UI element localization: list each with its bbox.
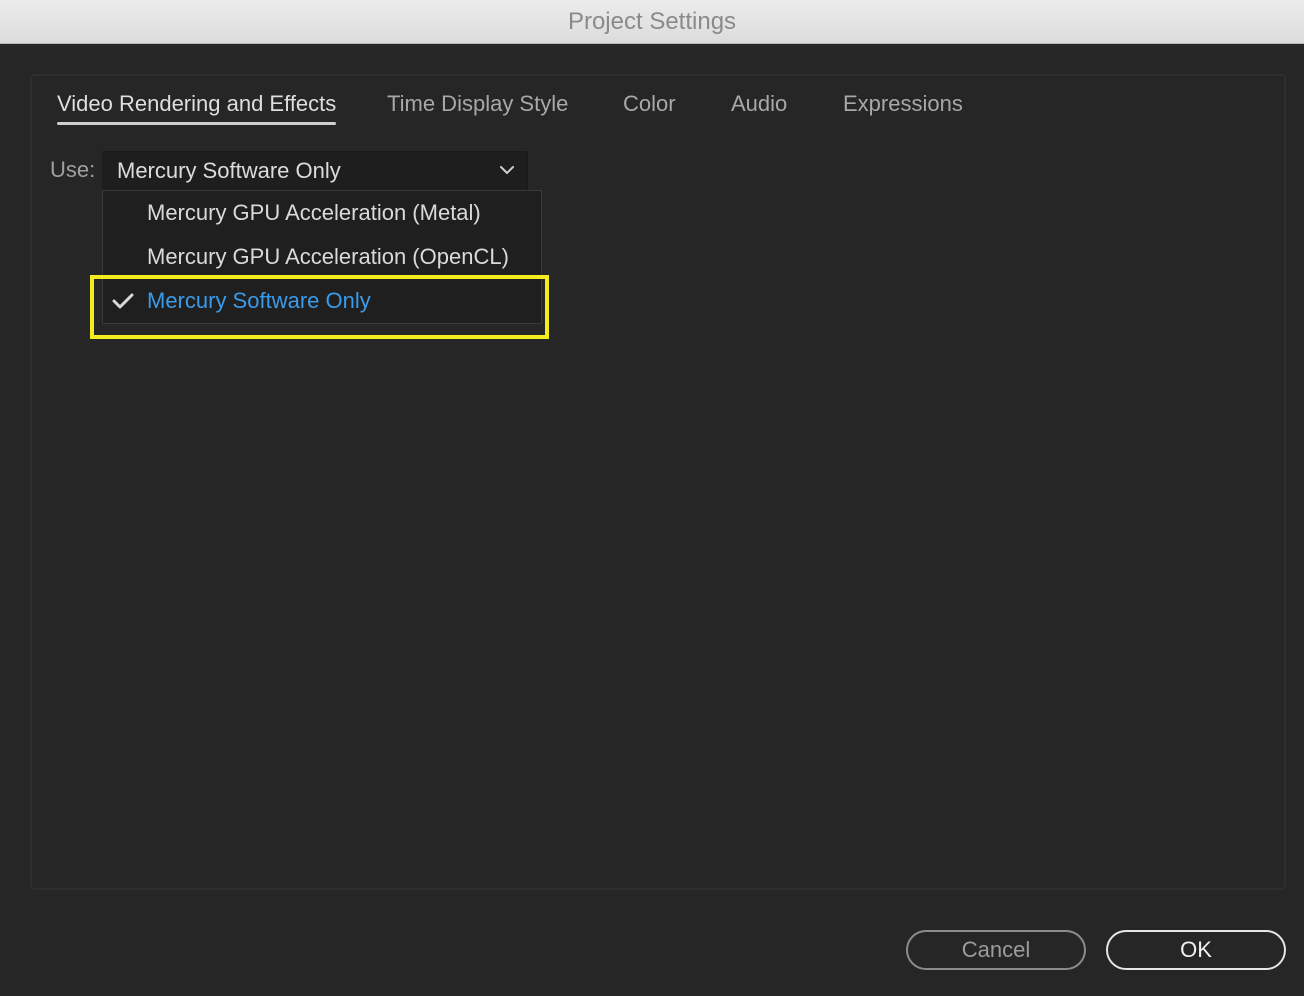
cancel-button[interactable]: Cancel xyxy=(906,930,1086,970)
renderer-dropdown-menu: Mercury GPU Acceleration (Metal) Mercury… xyxy=(102,190,542,324)
use-label: Use: xyxy=(50,157,96,182)
menu-item-gpu-opencl[interactable]: Mercury GPU Acceleration (OpenCL) xyxy=(103,235,541,279)
tab-audio[interactable]: Audio xyxy=(731,88,787,120)
tab-time-display-style[interactable]: Time Display Style xyxy=(387,88,568,120)
menu-item-gpu-metal[interactable]: Mercury GPU Acceleration (Metal) xyxy=(103,191,541,235)
renderer-dropdown[interactable]: Mercury Software Only xyxy=(102,151,528,191)
ok-button[interactable]: OK xyxy=(1106,930,1286,970)
chevron-down-icon xyxy=(500,166,514,174)
checkmark-icon xyxy=(112,293,134,309)
menu-item-label: Mercury Software Only xyxy=(147,288,371,313)
project-settings-dialog: Project Settings Video Rendering and Eff… xyxy=(0,0,1304,996)
tab-video-rendering-and-effects[interactable]: Video Rendering and Effects xyxy=(57,88,337,125)
window-title: Project Settings xyxy=(0,0,1304,44)
renderer-dropdown-value: Mercury Software Only xyxy=(117,158,341,183)
menu-item-software-only[interactable]: Mercury Software Only xyxy=(103,279,541,323)
menu-item-label: Mercury GPU Acceleration (OpenCL) xyxy=(147,244,509,269)
tab-color[interactable]: Color xyxy=(623,88,676,120)
menu-item-label: Mercury GPU Acceleration (Metal) xyxy=(147,200,481,225)
tab-expressions[interactable]: Expressions xyxy=(843,88,963,120)
